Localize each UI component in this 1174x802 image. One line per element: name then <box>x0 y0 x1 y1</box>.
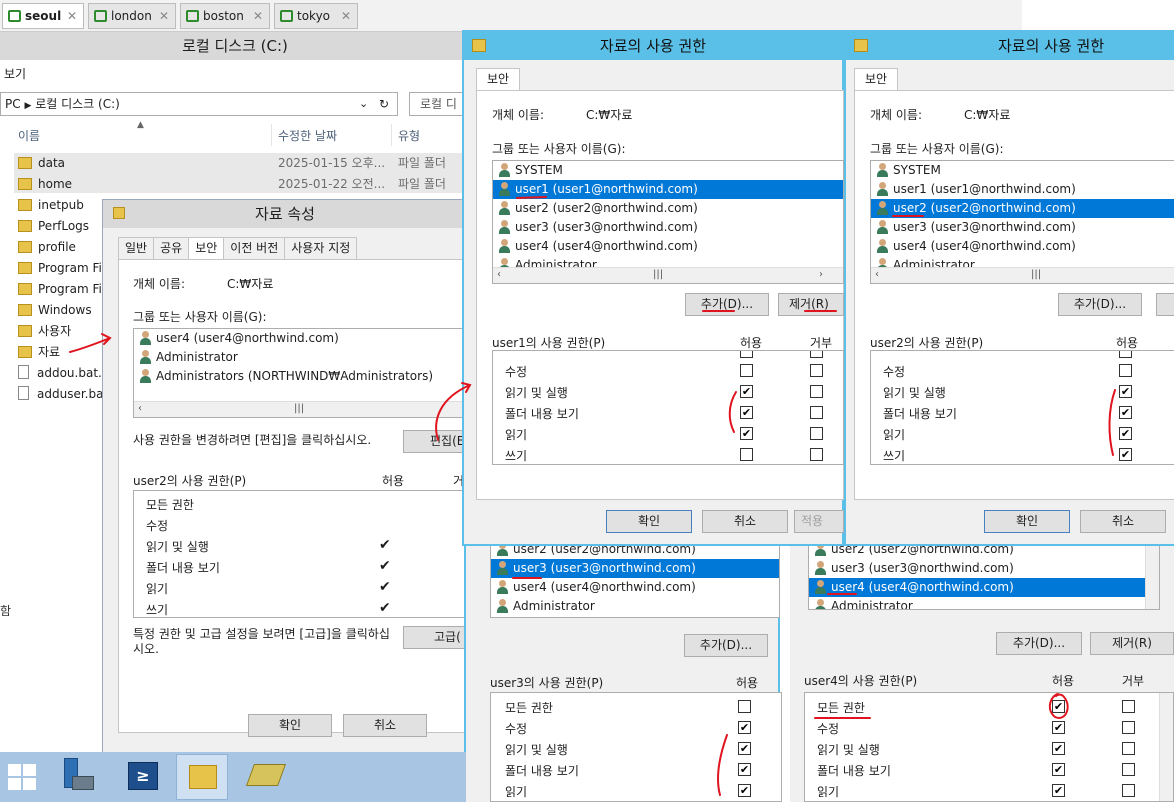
server-manager-icon[interactable] <box>62 756 96 796</box>
windows-icon <box>8 764 21 776</box>
bracket-annotation <box>728 391 737 433</box>
file-explorer-taskbar-button[interactable] <box>176 754 228 800</box>
circle-annotation <box>1048 693 1069 719</box>
bracket-annotation <box>717 734 728 796</box>
arrow-annotation <box>69 333 112 353</box>
red-annotations <box>69 196 1116 796</box>
windows-icon-pane <box>23 764 36 776</box>
archive-icon[interactable] <box>245 764 287 786</box>
bracket-annotation <box>1108 389 1116 456</box>
toolbox-icon <box>72 776 94 790</box>
powershell-icon[interactable]: ≥ <box>128 762 158 790</box>
windows-icon-pane <box>8 778 21 790</box>
windows-icon-pane <box>23 778 36 790</box>
start-button[interactable] <box>8 764 38 792</box>
file-explorer-icon <box>189 765 217 789</box>
taskbar: ≥ <box>0 752 466 802</box>
underline-annotation <box>516 196 547 199</box>
arrow-annotation <box>435 382 472 441</box>
